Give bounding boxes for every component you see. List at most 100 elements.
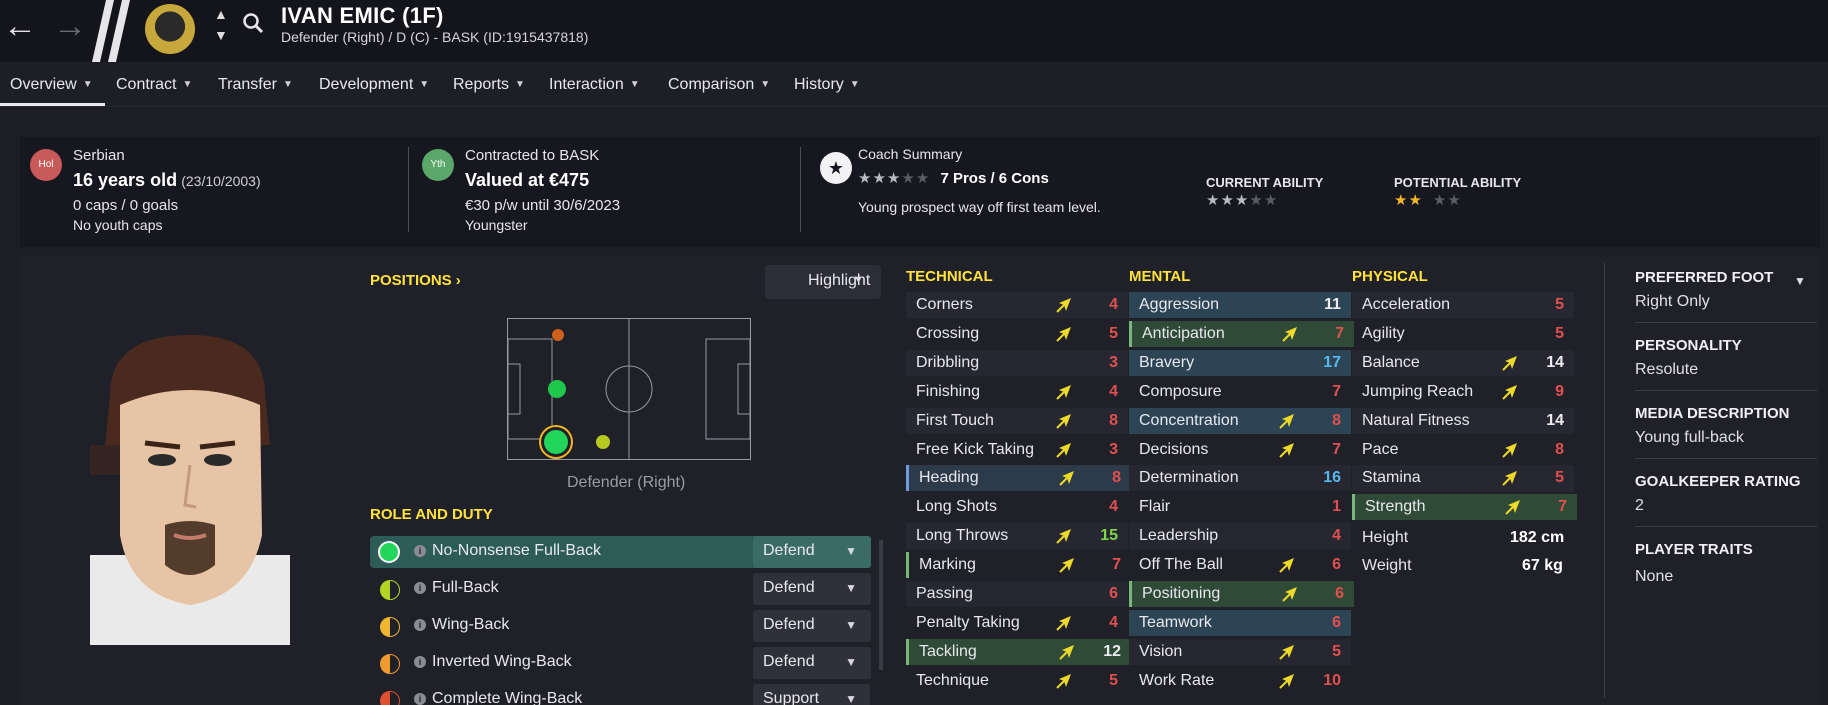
menu-reports[interactable]: Reports ▼ [453, 76, 525, 94]
menu-development[interactable]: Development ▼ [319, 76, 429, 94]
menu-label: Contract [116, 76, 177, 93]
menu-transfer[interactable]: Transfer ▼ [218, 76, 293, 94]
info-icon[interactable]: i [414, 582, 426, 594]
age-line: 16 years old (23/10/2003) [73, 170, 261, 191]
position-dot-wbr[interactable] [596, 435, 610, 449]
key-attribute-arrow-icon [1056, 413, 1071, 429]
position-dot-dr[interactable] [544, 430, 568, 454]
attribute-row[interactable]: Stamina 5 [1352, 465, 1574, 492]
attribute-value: 12 [1103, 642, 1121, 660]
attribute-row[interactable]: Decisions 7 [1129, 437, 1351, 463]
star-icon: ★ [1220, 192, 1235, 209]
attribute-row[interactable]: Passing 6 [906, 581, 1128, 607]
attribute-name: Acceleration [1362, 296, 1451, 313]
menu-contract[interactable]: Contract ▼ [116, 76, 192, 94]
attribute-row[interactable]: Anticipation 7 [1129, 320, 1354, 347]
attribute-row[interactable]: Agility 5 [1352, 321, 1574, 347]
role-row[interactable]: i Complete Wing-Back Support ▼ [370, 684, 870, 705]
attribute-row[interactable]: Vision 5 [1129, 638, 1351, 665]
coach-rating-row[interactable]: ★★★★★ 7 Pros / 6 Cons [858, 169, 1049, 187]
attribute-row[interactable]: Strength 7 [1352, 494, 1577, 521]
attribute-row[interactable]: Determination 16 [1129, 465, 1351, 492]
attribute-value: 3 [1109, 440, 1118, 458]
chevron-down-icon[interactable]: ▼ [1794, 274, 1806, 288]
info-icon[interactable]: i [414, 656, 426, 668]
search-icon[interactable] [242, 12, 264, 34]
menu-interaction[interactable]: Interaction ▼ [549, 76, 640, 94]
attribute-row[interactable]: First Touch 8 [906, 407, 1128, 434]
info-icon[interactable]: i [414, 693, 426, 705]
attribute-row[interactable]: Balance 14 [1352, 349, 1574, 376]
duty-dropdown[interactable]: Defend ▼ [753, 536, 871, 568]
role-row[interactable]: i Wing-Back Defend ▼ [370, 610, 871, 642]
menu-label: Interaction [549, 76, 624, 93]
info-icon[interactable]: i [414, 619, 426, 631]
previous-player-icon[interactable]: ▲ [214, 6, 228, 22]
attribute-row[interactable]: Technique 5 [906, 668, 1128, 694]
nationality[interactable]: Serbian [73, 147, 125, 164]
next-player-icon[interactable]: ▼ [214, 27, 228, 43]
info-icon[interactable]: i [414, 545, 426, 557]
role-row[interactable]: i Full-Back Defend ▼ [370, 573, 871, 605]
attribute-name: Heading [919, 469, 979, 487]
highlight-dropdown[interactable]: Highlight ▼ [765, 265, 881, 299]
duty-dropdown[interactable]: Defend ▼ [753, 610, 871, 642]
attribute-row[interactable]: Pace 8 [1352, 437, 1574, 463]
attribute-value: 6 [1109, 585, 1118, 602]
attribute-row[interactable]: Free Kick Taking 3 [906, 437, 1128, 463]
forward-arrow-icon[interactable]: → [52, 8, 88, 44]
attribute-row[interactable]: Aggression 11 [1129, 292, 1351, 318]
positions-title[interactable]: POSITIONS › [370, 272, 461, 289]
attribute-row[interactable]: Crossing 5 [906, 321, 1128, 347]
attribute-row[interactable]: Natural Fitness 14 [1352, 407, 1574, 434]
attribute-row[interactable]: Long Shots 4 [906, 494, 1128, 520]
attribute-row[interactable]: Concentration 8 [1129, 407, 1351, 434]
duty-dropdown[interactable]: Support ▼ [753, 684, 870, 705]
attribute-row[interactable]: Finishing 4 [906, 379, 1128, 405]
attribute-row[interactable]: Acceleration 5 [1352, 292, 1574, 318]
attribute-row[interactable]: Corners 4 [906, 292, 1128, 318]
contracted-to[interactable]: Contracted to BASK [465, 147, 599, 164]
attribute-row[interactable]: Heading 8 [906, 465, 1131, 492]
attribute-row[interactable]: Jumping Reach 9 [1352, 379, 1574, 405]
attribute-name: Dribbling [916, 353, 980, 371]
star-icon: ★ [1263, 192, 1279, 209]
weight-label: Weight [1362, 557, 1412, 574]
attribute-name: Free Kick Taking [916, 440, 1034, 458]
menu-history[interactable]: History ▼ [794, 76, 860, 94]
role-row[interactable]: i Inverted Wing-Back Defend ▼ [370, 647, 871, 679]
position-dot-dl[interactable] [552, 329, 564, 341]
roles-scrollbar[interactable] [879, 540, 883, 670]
position-dot-dc[interactable] [548, 380, 566, 398]
attribute-row[interactable]: Marking 7 [906, 552, 1131, 579]
attribute-row[interactable]: Tackling 12 [906, 638, 1131, 665]
attribute-row[interactable]: Long Throws 15 [906, 523, 1128, 550]
attribute-row[interactable]: Positioning 6 [1129, 581, 1354, 607]
attribute-row[interactable]: Bravery 17 [1129, 349, 1351, 376]
attribute-row[interactable]: Teamwork 6 [1129, 609, 1351, 636]
club-badge-icon[interactable] [145, 4, 195, 54]
menu-label: Reports [453, 76, 510, 93]
attribute-name: Determination [1139, 469, 1239, 487]
duty-dropdown[interactable]: Defend ▼ [753, 647, 871, 679]
attribute-row[interactable]: Penalty Taking 4 [906, 610, 1128, 636]
attribute-value: 17 [1323, 353, 1341, 371]
attribute-row[interactable]: Leadership 4 [1129, 523, 1351, 550]
menu-label: History [794, 76, 844, 93]
attribute-row[interactable]: Dribbling 3 [906, 349, 1128, 376]
attribute-name: Long Shots [916, 498, 997, 516]
attribute-row[interactable]: Composure 7 [1129, 379, 1351, 405]
duty-dropdown[interactable]: Defend ▼ [753, 573, 871, 605]
attribute-name: First Touch [916, 411, 994, 429]
attribute-row[interactable]: Work Rate 10 [1129, 668, 1351, 694]
attribute-row[interactable]: Off The Ball 6 [1129, 552, 1351, 578]
nation-flag-icon[interactable]: Hol [30, 149, 62, 181]
key-attribute-arrow-icon [1279, 558, 1294, 573]
role-row[interactable]: i No-Nonsense Full-Back Defend ▼ [370, 536, 871, 568]
attribute-row[interactable]: Flair 1 [1129, 494, 1351, 520]
menu-overview[interactable]: Overview ▼ [10, 76, 93, 94]
key-attribute-arrow-icon [1059, 558, 1074, 573]
back-arrow-icon[interactable]: ← [2, 8, 38, 44]
menu-comparison[interactable]: Comparison ▼ [668, 76, 770, 94]
key-attribute-arrow-icon [1279, 413, 1294, 429]
